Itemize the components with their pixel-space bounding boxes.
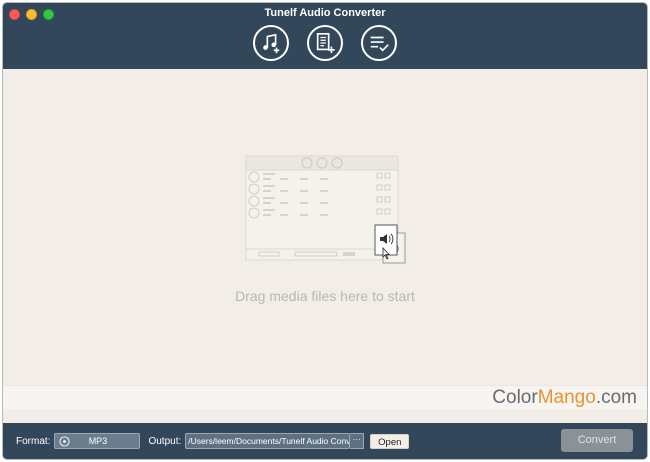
add-music-icon xyxy=(263,33,280,54)
add-music-button[interactable] xyxy=(253,25,289,61)
format-select[interactable]: MP3 xyxy=(54,433,141,449)
converted-list-button[interactable] xyxy=(361,25,397,61)
watermark-suffix: .com xyxy=(595,387,637,408)
toolbar xyxy=(3,25,647,61)
drag-files-illustration-icon: )) xyxy=(245,155,406,264)
disc-icon xyxy=(59,435,70,447)
convert-button[interactable]: Convert xyxy=(561,429,633,452)
watermark-main: Color xyxy=(492,387,538,408)
watermark: ColorMango.com xyxy=(492,387,637,409)
format-label: Format: xyxy=(16,435,51,447)
bottom-bar: Format: MP3 Output: /Users/leem/Document… xyxy=(3,423,647,459)
watermark-accent: Mango xyxy=(537,387,596,408)
output-label: Output: xyxy=(148,435,182,447)
drop-hint-text: Drag media files here to start xyxy=(235,288,415,304)
add-file-icon xyxy=(316,33,335,54)
open-output-button[interactable]: Open xyxy=(370,433,410,449)
app-window: Tunelf Audio Converter Drag media files … xyxy=(2,2,648,460)
add-file-button[interactable] xyxy=(307,25,343,61)
output-path-field[interactable]: /Users/leem/Documents/Tunelf Audio Conve… xyxy=(185,433,351,449)
title-bar: Tunelf Audio Converter xyxy=(3,3,647,69)
window-title: Tunelf Audio Converter xyxy=(264,7,386,19)
converted-list-icon xyxy=(370,36,389,52)
browse-output-button[interactable]: ··· xyxy=(350,433,365,449)
drop-zone[interactable]: )) Drag media files here to start xyxy=(3,69,647,387)
format-value: MP3 xyxy=(88,436,108,446)
